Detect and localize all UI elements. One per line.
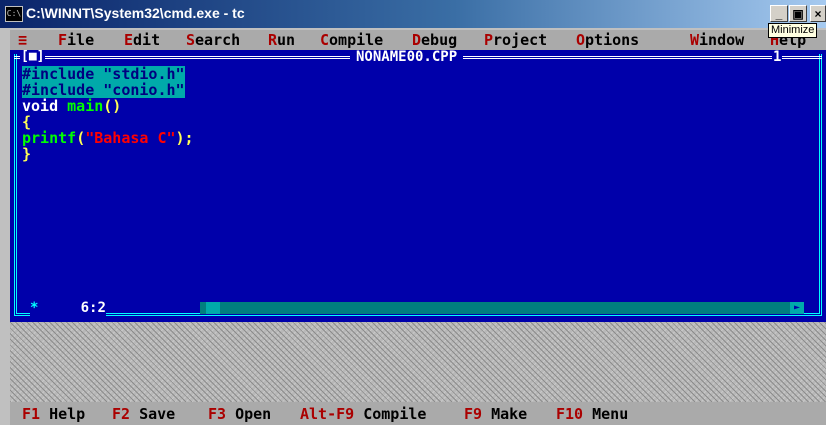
status-compile-label: Compile [354,405,427,423]
status-make-label: Make [482,405,528,423]
code-line: #include "stdio.h" [22,66,802,82]
code-open-paren: ( [76,129,86,147]
menu-compile[interactable]: Compile [320,32,383,48]
menu-search[interactable]: Search [186,32,240,48]
modified-indicator-icon: * [30,300,39,316]
menu-options[interactable]: Options [576,32,639,48]
status-menu-label: Menu [583,405,629,423]
menu-window-label: indow [699,31,745,49]
menu-debug-label: ebug [421,31,458,49]
code-close-paren: ); [175,129,194,147]
window-title: C:\WINNT\System32\cmd.exe - tc [26,5,245,21]
menu-debug-hotkey: D [412,31,422,49]
horizontal-scrollbar[interactable]: ► [200,302,804,314]
status-save[interactable]: F2 Save [112,406,175,422]
ide-desktop-background [10,322,826,402]
editor-window-number[interactable]: 1 [772,50,783,64]
cursor-position-value: 6:2 [80,300,106,316]
cursor-position: * 6:2 [30,300,106,316]
status-compile[interactable]: Alt-F9 Compile [300,406,426,422]
menu-compile-label: ompile [329,31,384,49]
code-area[interactable]: #include "stdio.h" #include "conio.h" vo… [22,66,802,162]
status-menu-key: F10 [556,405,584,423]
code-line: { [22,114,802,130]
editor-bottom-bar: * 6:2 ► [14,300,822,316]
menu-compile-hotkey: C [320,31,330,49]
menu-run-label: un [277,31,296,49]
menu-run-hotkey: R [268,31,278,49]
menu-window[interactable]: Window [690,32,744,48]
menu-debug[interactable]: Debug [412,32,457,48]
status-open[interactable]: F3 Open [208,406,271,422]
menu-project[interactable]: Project [484,32,547,48]
minimize-tooltip: Minimize [768,23,818,38]
status-make[interactable]: F9 Make [464,406,527,422]
menu-edit-label: dit [133,31,161,49]
scrollbar-thumb[interactable] [206,302,220,314]
menu-edit-hotkey: E [124,31,134,49]
menu-project-hotkey: P [484,31,494,49]
maximize-icon: ▣ [792,7,804,21]
status-open-key: F3 [208,405,227,423]
editor-filename: NONAME00.CPP [350,50,464,64]
menu-edit[interactable]: Edit [124,32,160,48]
menu-window-hotkey: W [690,31,700,49]
menu-bar: ≡ File Edit Search Run Compile Debug Pro… [10,30,826,50]
status-help-label: Help [40,405,86,423]
menu-file-hotkey: F [58,31,68,49]
menu-file-label: ile [67,31,95,49]
status-help-key: F1 [22,405,41,423]
status-save-label: Save [130,405,176,423]
code-string-literal: "Bahasa C" [85,129,176,147]
code-line: } [22,146,802,162]
menu-file[interactable]: File [58,32,94,48]
status-make-key: F9 [464,405,483,423]
code-function-main: main [67,97,104,115]
code-parens: () [103,97,122,115]
status-open-label: Open [226,405,272,423]
status-save-key: F2 [112,405,131,423]
scroll-right-arrow-icon[interactable]: ► [790,302,804,314]
editor-window[interactable]: [■] NONAME00.CPP 1 #include "stdio.h" #i… [10,50,826,322]
console-window: C:\ C:\WINNT\System32\cmd.exe - tc _ ▣ ×… [0,0,826,425]
menu-options-hotkey: O [576,31,586,49]
editor-close-box[interactable]: [■] [20,50,46,64]
code-line: printf("Bahasa C"); [22,130,802,146]
menu-search-label: earch [195,31,241,49]
menu-project-label: roject [493,31,548,49]
code-close-brace: } [22,145,32,163]
code-line: void main() [22,98,802,114]
close-button[interactable]: × [810,5,826,22]
code-include-conio: #include "conio.h" [22,81,185,99]
status-bar: F1 Help F2 Save F3 Open Alt-F9 Compile F… [10,402,826,425]
code-line: #include "conio.h" [22,82,802,98]
menu-search-hotkey: S [186,31,196,49]
turbo-c-screen: ≡ File Edit Search Run Compile Debug Pro… [10,30,826,425]
title-bar[interactable]: C:\ C:\WINNT\System32\cmd.exe - tc _ ▣ × [0,0,826,28]
menu-run[interactable]: Run [268,32,295,48]
status-compile-key: Alt-F9 [300,405,355,423]
status-help[interactable]: F1 Help [22,406,85,422]
maximize-button[interactable]: ▣ [789,5,807,22]
console-icon[interactable]: C:\ [5,6,23,22]
code-include-stdio: #include "stdio.h" [22,65,185,83]
system-menu[interactable]: ≡ [18,32,27,48]
menu-options-label: ptions [585,31,640,49]
minimize-button[interactable]: _ [770,5,788,22]
status-menu[interactable]: F10 Menu [556,406,628,422]
